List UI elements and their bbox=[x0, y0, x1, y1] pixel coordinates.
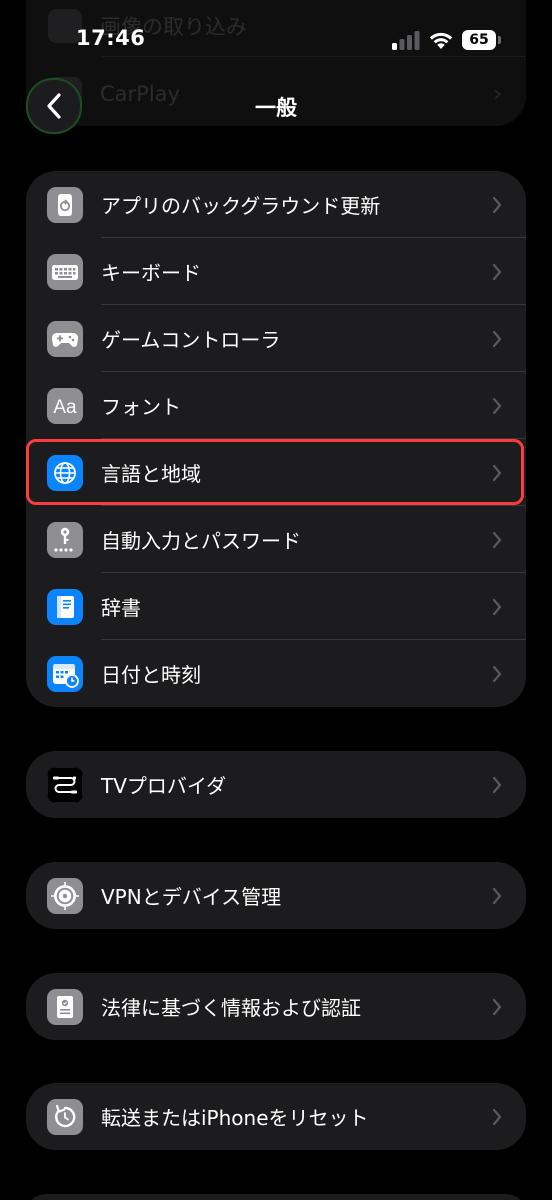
chevron-right-icon bbox=[492, 998, 502, 1015]
settings-row-background-refresh[interactable]: アプリのバックグラウンド更新 bbox=[26, 171, 526, 238]
cellular-signal-icon bbox=[392, 31, 420, 50]
settings-row-fonts[interactable]: Aa フォント bbox=[26, 372, 526, 439]
background-refresh-icon bbox=[47, 186, 83, 223]
chevron-right-icon bbox=[492, 665, 502, 682]
settings-row-label: アプリのバックグラウンド更新 bbox=[101, 194, 381, 218]
page-title: 一般 bbox=[255, 96, 297, 120]
dictionary-icon bbox=[47, 588, 83, 625]
gear-icon bbox=[47, 877, 83, 914]
general-settings-screen: 画像の取り込み CarPlay › 17:46 65 一般 アプリのバックグラウ… bbox=[0, 0, 552, 1200]
settings-row-label: 法律に基づく情報および認証 bbox=[101, 996, 361, 1020]
certificate-icon bbox=[47, 988, 83, 1025]
chevron-right-icon bbox=[492, 531, 502, 548]
settings-row-transfer-reset[interactable]: 転送またはiPhoneをリセット bbox=[26, 1083, 526, 1150]
settings-row-label: VPNとデバイス管理 bbox=[101, 885, 282, 909]
reset-icon bbox=[47, 1098, 83, 1135]
settings-row-label: ゲームコントローラ bbox=[101, 328, 281, 352]
svg-text:Aa: Aa bbox=[53, 397, 77, 418]
settings-row-label: フォント bbox=[101, 395, 181, 419]
settings-row-label: 転送またはiPhoneをリセット bbox=[101, 1106, 369, 1130]
settings-row-date-time[interactable]: 日付と時刻 bbox=[26, 640, 526, 707]
settings-row-vpn-device-management[interactable]: VPNとデバイス管理 bbox=[26, 862, 526, 929]
status-bar: 17:46 65 bbox=[0, 0, 552, 80]
settings-group: TVプロバイダ bbox=[26, 751, 526, 818]
font-icon: Aa bbox=[47, 387, 83, 424]
battery-tip bbox=[498, 36, 501, 44]
chevron-right-icon bbox=[492, 397, 502, 414]
chevron-right-icon bbox=[492, 776, 502, 793]
settings-row-label: 自動入力とパスワード bbox=[101, 529, 301, 553]
chevron-right-icon bbox=[492, 1108, 502, 1125]
chevron-right-icon bbox=[492, 887, 502, 904]
status-time: 17:46 bbox=[76, 26, 146, 50]
settings-row-legal-regulatory[interactable]: 法律に基づく情報および認証 bbox=[26, 973, 526, 1040]
chevron-right-icon bbox=[492, 330, 502, 347]
settings-group bbox=[26, 1194, 526, 1200]
settings-row-label: 辞書 bbox=[101, 596, 141, 620]
settings-row-label: TVプロバイダ bbox=[101, 774, 227, 798]
keyboard-icon bbox=[47, 253, 83, 290]
settings-row-autofill-passwords[interactable]: 自動入力とパスワード bbox=[26, 506, 526, 573]
calendar-clock-icon bbox=[47, 655, 83, 692]
settings-group: 転送またはiPhoneをリセット bbox=[26, 1083, 526, 1150]
settings-row-dictionary[interactable]: 辞書 bbox=[26, 573, 526, 640]
settings-group: 法律に基づく情報および認証 bbox=[26, 973, 526, 1040]
settings-row-label: キーボード bbox=[101, 261, 201, 285]
settings-row-tv-provider[interactable]: TVプロバイダ bbox=[26, 751, 526, 818]
chevron-right-icon bbox=[492, 263, 502, 280]
settings-row-game-controller[interactable]: ゲームコントローラ bbox=[26, 305, 526, 372]
settings-row-label: 日付と時刻 bbox=[101, 663, 201, 687]
key-icon bbox=[47, 521, 83, 558]
settings-row-keyboard[interactable]: キーボード bbox=[26, 238, 526, 305]
chevron-right-icon bbox=[492, 196, 502, 213]
settings-group: VPNとデバイス管理 bbox=[26, 862, 526, 929]
battery-icon: 65 bbox=[462, 30, 502, 50]
chevron-right-icon bbox=[492, 598, 502, 615]
game-controller-icon bbox=[47, 320, 83, 357]
wifi-icon bbox=[429, 32, 453, 49]
tv-provider-icon bbox=[47, 766, 83, 803]
highlight-box bbox=[26, 439, 524, 505]
battery-level: 65 bbox=[462, 30, 496, 50]
